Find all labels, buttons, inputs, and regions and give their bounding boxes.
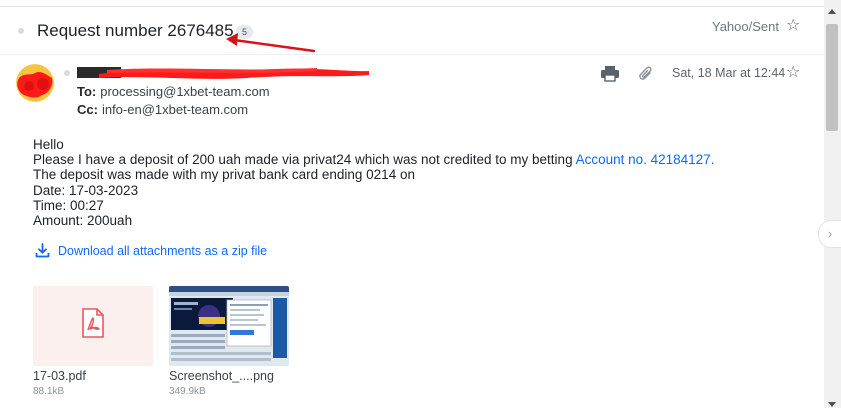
cc-label: Cc: xyxy=(77,102,98,117)
message-date: Sat, 18 Mar at 12:44 xyxy=(672,66,786,80)
attachment-1-name[interactable]: 17-03.pdf xyxy=(33,369,86,383)
to-row: To: processing@1xbet-team.com xyxy=(77,84,270,99)
header-separator xyxy=(0,54,824,55)
body-greeting: Hello xyxy=(33,137,64,152)
download-icon xyxy=(35,243,50,258)
account-link[interactable]: Account no. 42184127. xyxy=(576,152,715,167)
body-date: Date: 17-03-2023 xyxy=(33,182,139,198)
download-all-link[interactable]: Download all attachments as a zip file xyxy=(35,243,267,258)
body-amount: Amount: 200uah xyxy=(33,213,133,229)
avatar[interactable] xyxy=(16,64,54,102)
cc-recipient[interactable]: info-en@1xbet-team.com xyxy=(102,102,248,117)
message-star-icon[interactable]: ☆ xyxy=(786,65,800,81)
attachment-pdf-thumbnail[interactable] xyxy=(33,286,153,366)
star-icon[interactable]: ☆ xyxy=(786,18,800,34)
message-body: Hello Please I have a deposit of 200 uah… xyxy=(33,137,714,228)
image-thumbnail xyxy=(169,286,289,366)
folder-label: Yahoo/Sent xyxy=(712,19,779,34)
cc-row: Cc: info-en@1xbet-team.com xyxy=(77,102,248,117)
thread-dot xyxy=(18,28,24,34)
body-line-2: The deposit was made with my privat bank… xyxy=(33,167,415,183)
attachment-2-name[interactable]: Screenshot_....png xyxy=(169,369,274,383)
sender-redaction xyxy=(77,67,369,79)
message-subject: Request number 2676485 xyxy=(37,21,234,40)
chevron-right-icon[interactable]: › xyxy=(818,220,841,248)
annotation-arrow xyxy=(226,33,316,53)
attachment-1-size: 88.1kB xyxy=(33,386,65,397)
attachment-2-size: 349.9kB xyxy=(169,386,206,397)
body-time: Time: 00:27 xyxy=(33,197,104,213)
scrollbar-thumb[interactable] xyxy=(826,24,838,131)
scroll-up-arrow[interactable] xyxy=(827,4,837,14)
download-all-label: Download all attachments as a zip file xyxy=(58,243,268,258)
attachment-png-thumbnail[interactable] xyxy=(169,286,289,366)
pdf-icon xyxy=(82,308,104,338)
scroll-down-arrow[interactable] xyxy=(827,396,837,407)
to-label: To: xyxy=(77,84,97,99)
sender-dot xyxy=(64,70,70,76)
body-line-1: Please I have a deposit of 200 uah made … xyxy=(33,152,715,168)
message-pane: Request number 2676485 5 Yahoo/Sent ☆ To… xyxy=(0,0,824,408)
to-recipient[interactable]: processing@1xbet-team.com xyxy=(100,84,269,99)
print-icon[interactable] xyxy=(600,66,620,82)
paperclip-icon[interactable] xyxy=(639,66,653,82)
top-border xyxy=(0,6,824,7)
